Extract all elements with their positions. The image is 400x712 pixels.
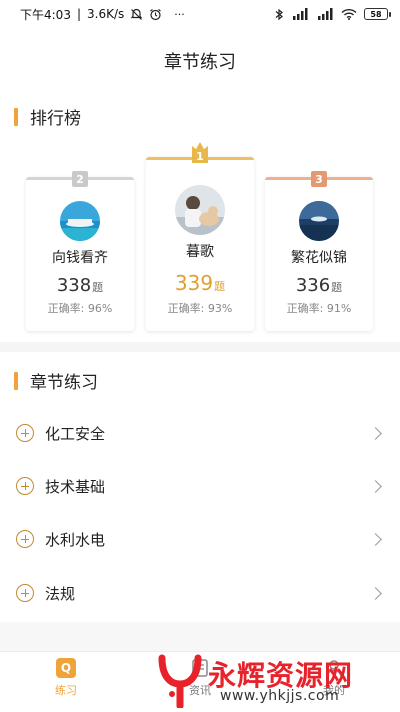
alarm-icon <box>149 8 162 21</box>
bluetooth-icon <box>275 8 284 21</box>
chapter-item[interactable]: 技术基础 <box>0 460 400 512</box>
nav-label: 练习 <box>55 684 77 697</box>
rank-badge-2: 2 <box>72 171 88 187</box>
rate-label: 正确率 <box>48 302 88 315</box>
status-bar: 下午4:03 | 3.6K/s ··· 58 <box>0 0 400 28</box>
rank-score: 338题 <box>26 275 134 296</box>
bottom-nav: Q 练习 资讯 我的 <box>0 651 400 711</box>
rank-rate: 正确率91% <box>265 300 373 316</box>
rank-name: 向钱看齐 <box>52 250 108 266</box>
accent-bar <box>14 107 18 126</box>
wifi-icon <box>341 8 357 20</box>
avatar <box>175 185 225 235</box>
chapters-heading-text: 章节练习 <box>30 373 98 393</box>
mute-icon <box>130 8 143 21</box>
practice-icon: Q <box>56 658 76 678</box>
chapter-item[interactable]: 法规 <box>0 567 400 619</box>
rank-card-2[interactable]: 2 向钱看齐 338题 正确率96% <box>26 171 134 331</box>
nav-label: 我的 <box>323 684 345 697</box>
rank-badge-3: 3 <box>311 171 327 187</box>
battery-icon: 58 <box>364 8 391 20</box>
avatar <box>299 201 339 241</box>
rank-card-3[interactable]: 3 繁花似锦 336题 正确率91% <box>265 171 373 331</box>
user-icon <box>324 658 344 678</box>
rank-rate: 正确率93% <box>146 300 254 316</box>
leaderboard-heading-text: 排行榜 <box>30 109 81 129</box>
score-value: 336 <box>295 275 331 296</box>
score-unit: 题 <box>92 281 104 294</box>
avatar <box>60 201 100 241</box>
expand-plus-icon <box>16 424 34 442</box>
rank-badge-1: 1 <box>196 149 204 163</box>
score-value: 338 <box>56 275 92 296</box>
leaderboard-heading: 排行榜 <box>14 104 81 129</box>
status-separator: | <box>76 7 81 21</box>
status-more: ··· <box>174 7 185 21</box>
expand-plus-icon <box>16 477 34 495</box>
nav-label: 资讯 <box>189 684 211 697</box>
status-network-speed: 3.6K/s <box>87 7 125 21</box>
rank-score: 336题 <box>265 275 373 296</box>
chevron-right-icon <box>369 479 382 493</box>
rank-rate: 正确率96% <box>26 300 134 316</box>
rank-score: 339题 <box>146 271 254 295</box>
accent-bar <box>14 371 18 390</box>
section-divider <box>0 342 400 352</box>
chevron-right-icon <box>369 426 382 440</box>
crown-badge: 1 <box>189 139 211 165</box>
rate-label: 正确率 <box>287 302 327 315</box>
expand-plus-icon <box>16 584 34 602</box>
chapter-label: 技术基础 <box>45 477 106 496</box>
rank-card-1[interactable]: 1 暮歌 339题 正确率93% <box>146 142 254 331</box>
chevron-right-icon <box>369 532 382 546</box>
chapter-item[interactable]: 水利水电 <box>0 513 400 565</box>
rank-name: 繁花似锦 <box>291 250 347 266</box>
chapter-label: 法规 <box>45 584 76 603</box>
nav-news[interactable]: 资讯 <box>160 658 240 698</box>
nav-mine[interactable]: 我的 <box>294 658 374 698</box>
status-time: 下午4:03 <box>20 7 71 22</box>
page-title: 章节练习 <box>164 52 236 73</box>
rate-value: 96% <box>87 302 113 315</box>
score-unit: 题 <box>331 281 343 294</box>
signal-icon-2 <box>316 8 334 20</box>
chapter-item[interactable]: 化工安全 <box>0 407 400 459</box>
rank-name: 暮歌 <box>186 244 214 260</box>
rate-label: 正确率 <box>168 302 208 315</box>
chapters-heading: 章节练习 <box>14 368 98 393</box>
chevron-right-icon <box>369 586 382 600</box>
chapter-label: 化工安全 <box>45 424 106 443</box>
chapter-label: 水利水电 <box>45 530 106 549</box>
bottom-spacer <box>0 622 400 651</box>
nav-practice[interactable]: Q 练习 <box>26 658 106 698</box>
news-icon <box>190 658 210 678</box>
score-unit: 题 <box>214 280 226 293</box>
signal-icon <box>291 8 309 20</box>
rate-value: 91% <box>326 302 352 315</box>
expand-plus-icon <box>16 530 34 548</box>
score-value: 339 <box>174 271 214 295</box>
rate-value: 93% <box>207 302 233 315</box>
